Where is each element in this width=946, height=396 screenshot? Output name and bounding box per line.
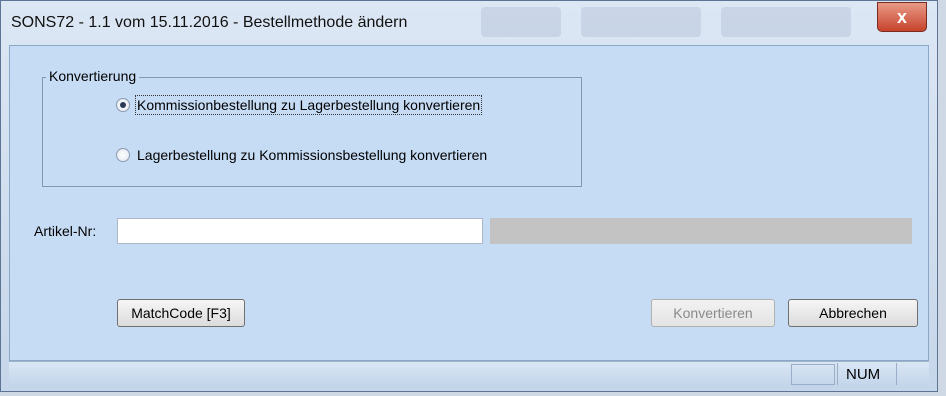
background-blur bbox=[481, 7, 561, 37]
matchcode-button[interactable]: MatchCode [F3] bbox=[117, 299, 245, 327]
radio-checked-icon[interactable] bbox=[116, 98, 130, 112]
radio-unchecked-icon[interactable] bbox=[116, 148, 130, 162]
background-blur bbox=[581, 7, 701, 37]
background-blur bbox=[721, 7, 851, 37]
article-number-input[interactable] bbox=[117, 218, 483, 244]
status-bar: NUM bbox=[9, 361, 929, 388]
article-number-label: Artikel-Nr: bbox=[34, 223, 97, 239]
dialog-content: Konvertierung Kommissionbestellung zu La… bbox=[9, 45, 929, 361]
radio-kommission-to-lager[interactable]: Kommissionbestellung zu Lagerbestellung … bbox=[116, 95, 483, 115]
title-bar[interactable]: SONS72 - 1.1 vom 15.11.2016 - Bestellmet… bbox=[1, 1, 937, 45]
status-pane-main bbox=[9, 364, 789, 385]
radio-label: Kommissionbestellung zu Lagerbestellung … bbox=[134, 95, 483, 115]
article-description-field bbox=[490, 218, 912, 244]
status-pane bbox=[791, 364, 835, 385]
window-title: SONS72 - 1.1 vom 15.11.2016 - Bestellmet… bbox=[11, 14, 408, 31]
close-icon: x bbox=[896, 6, 907, 27]
cancel-button[interactable]: Abbrechen bbox=[788, 299, 918, 327]
num-lock-indicator: NUM bbox=[837, 363, 897, 385]
close-button[interactable]: x bbox=[877, 2, 927, 32]
conversion-groupbox bbox=[42, 77, 582, 187]
radio-label: Lagerbestellung zu Kommissionsbestellung… bbox=[137, 147, 488, 163]
groupbox-legend: Konvertierung bbox=[46, 68, 140, 84]
dialog-window: SONS72 - 1.1 vom 15.11.2016 - Bestellmet… bbox=[0, 0, 938, 392]
radio-lager-to-kommission[interactable]: Lagerbestellung zu Kommissionsbestellung… bbox=[116, 147, 487, 163]
convert-button[interactable]: Konvertieren bbox=[651, 299, 775, 327]
